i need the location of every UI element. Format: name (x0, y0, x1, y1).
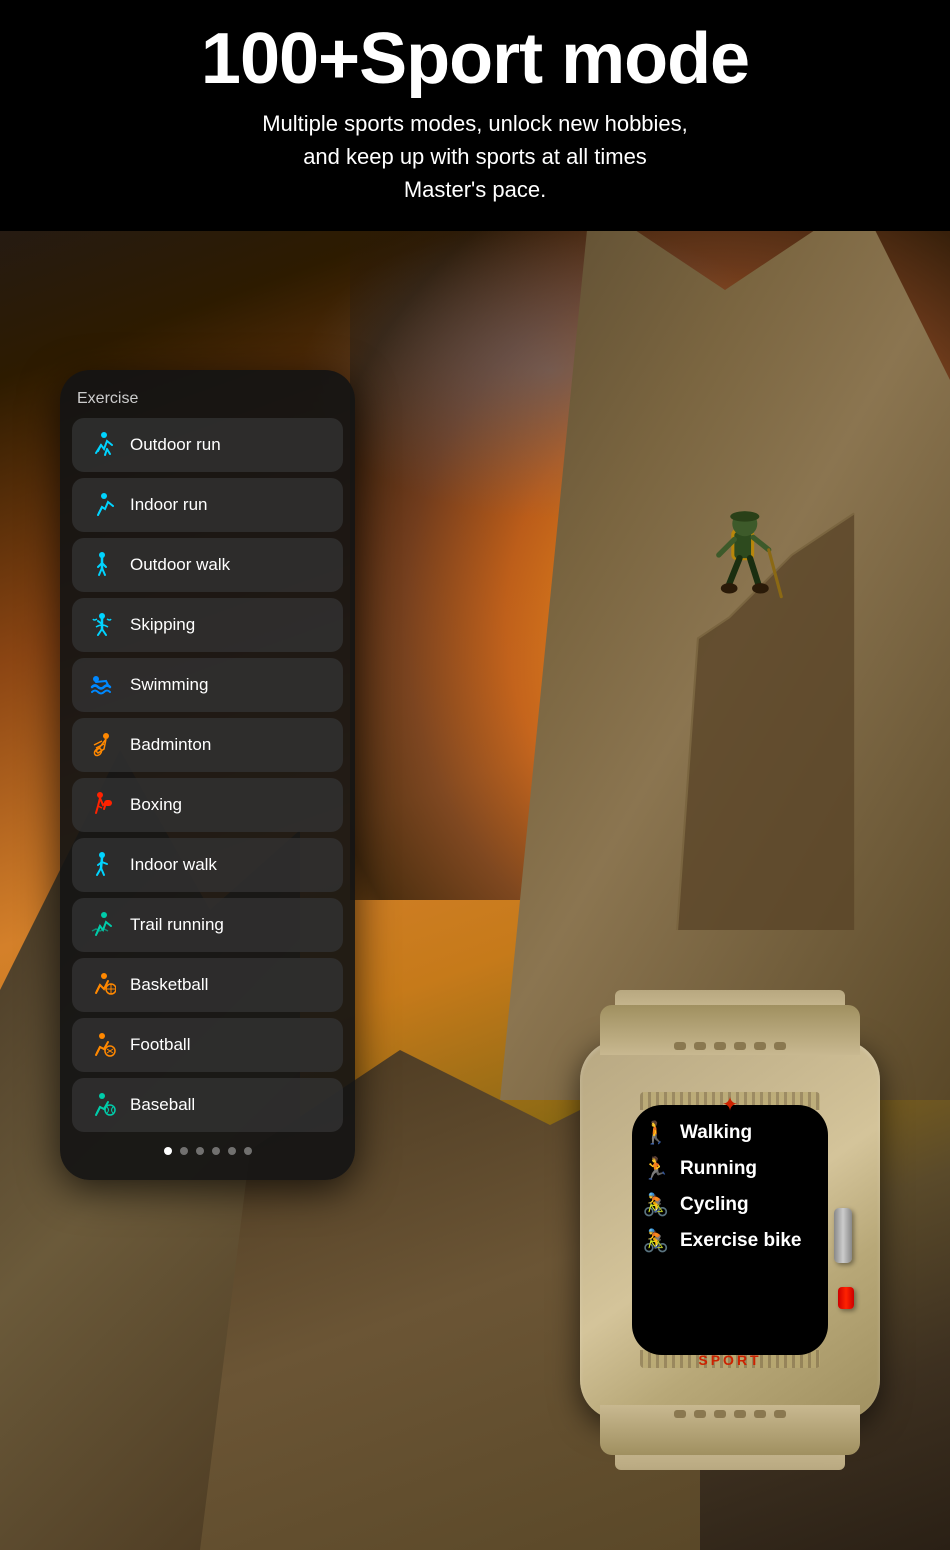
outdoor-walk-label: Outdoor walk (130, 555, 230, 575)
baseball-label: Baseball (130, 1095, 195, 1115)
football-label: Football (130, 1035, 190, 1055)
lug-bottom (600, 1405, 860, 1455)
menu-item-football[interactable]: Football (72, 1018, 343, 1072)
football-icon (86, 1029, 118, 1061)
boxing-label: Boxing (130, 795, 182, 815)
watch-crown[interactable] (834, 1208, 852, 1263)
menu-item-outdoor-walk[interactable]: Outdoor walk (72, 538, 343, 592)
watch-activity-running: 🏃 Running (642, 1156, 818, 1182)
smartwatch: ✦ SOUND POWER SPORT 🚶 Walking 🏃 Running (540, 990, 920, 1470)
indoor-walk-icon (86, 849, 118, 881)
menu-item-indoor-walk[interactable]: Indoor walk (72, 838, 343, 892)
swimming-icon (86, 669, 118, 701)
exercise-panel: Exercise Outdoor run Indoor run Outdoor wa… (60, 370, 355, 1180)
walking-label: Walking (680, 1122, 752, 1144)
dot-5[interactable] (228, 1147, 236, 1155)
dot-1[interactable] (164, 1147, 172, 1155)
outdoor-walk-icon (86, 549, 118, 581)
page-title: 100+Sport mode (60, 20, 890, 99)
basketball-icon (86, 969, 118, 1001)
menu-item-skipping[interactable]: Skipping (72, 598, 343, 652)
baseball-icon (86, 1089, 118, 1121)
indoor-run-label: Indoor run (130, 495, 208, 515)
dot-4[interactable] (212, 1147, 220, 1155)
watch-red-button[interactable] (838, 1287, 854, 1309)
pagination (72, 1147, 343, 1155)
cycling-label: Cycling (680, 1194, 749, 1216)
outdoor-run-icon (86, 429, 118, 461)
watch-outer: ✦ SOUND POWER SPORT 🚶 Walking 🏃 Running (540, 990, 920, 1470)
outdoor-run-label: Outdoor run (130, 435, 221, 455)
watch-activity-walking: 🚶 Walking (642, 1120, 818, 1146)
menu-item-boxing[interactable]: Boxing (72, 778, 343, 832)
dot-6[interactable] (244, 1147, 252, 1155)
menu-item-indoor-run[interactable]: Indoor run (72, 478, 343, 532)
menu-item-baseball[interactable]: Baseball (72, 1078, 343, 1132)
exercise-bike-label: Exercise bike (680, 1230, 801, 1252)
basketball-label: Basketball (130, 975, 208, 995)
section-label: Exercise (77, 390, 343, 408)
running-icon: 🏃 (642, 1156, 670, 1182)
skipping-label: Skipping (130, 615, 195, 635)
trail-running-label: Trail running (130, 915, 224, 935)
menu-item-swimming[interactable]: Swimming (72, 658, 343, 712)
page-subtitle: Multiple sports modes, unlock new hobbie… (60, 107, 890, 206)
menu-item-trail-running[interactable]: Trail running (72, 898, 343, 952)
cycling-icon: 🚴 (642, 1192, 670, 1218)
watch-sport-text: SPORT (698, 1352, 761, 1368)
watch-activity-cycling: 🚴 Cycling (642, 1192, 818, 1218)
menu-item-outdoor-run[interactable]: Outdoor run (72, 418, 343, 472)
boxing-icon (86, 789, 118, 821)
menu-item-badminton[interactable]: Badminton (72, 718, 343, 772)
menu-item-basketball[interactable]: Basketball (72, 958, 343, 1012)
badminton-label: Badminton (130, 735, 211, 755)
indoor-walk-label: Indoor walk (130, 855, 217, 875)
swimming-label: Swimming (130, 675, 208, 695)
walking-icon: 🚶 (642, 1120, 670, 1146)
lug-top (600, 1005, 860, 1055)
trail-running-icon (86, 909, 118, 941)
badminton-icon (86, 729, 118, 761)
indoor-run-icon (86, 489, 118, 521)
watch-screen: 🚶 Walking 🏃 Running 🚴 Cycling 🚴 Exercise… (632, 1105, 828, 1355)
dot-3[interactable] (196, 1147, 204, 1155)
watch-activity-exercise-bike: 🚴 Exercise bike (642, 1228, 818, 1254)
running-label: Running (680, 1158, 757, 1180)
watch-body: ✦ SOUND POWER SPORT 🚶 Walking 🏃 Running (580, 1040, 880, 1420)
header: 100+Sport mode Multiple sports modes, un… (0, 0, 950, 231)
watch-logo: ✦ (722, 1092, 739, 1117)
hiker-image (610, 380, 890, 980)
skipping-icon (86, 609, 118, 641)
dot-2[interactable] (180, 1147, 188, 1155)
exercise-bike-icon: 🚴 (642, 1228, 670, 1254)
